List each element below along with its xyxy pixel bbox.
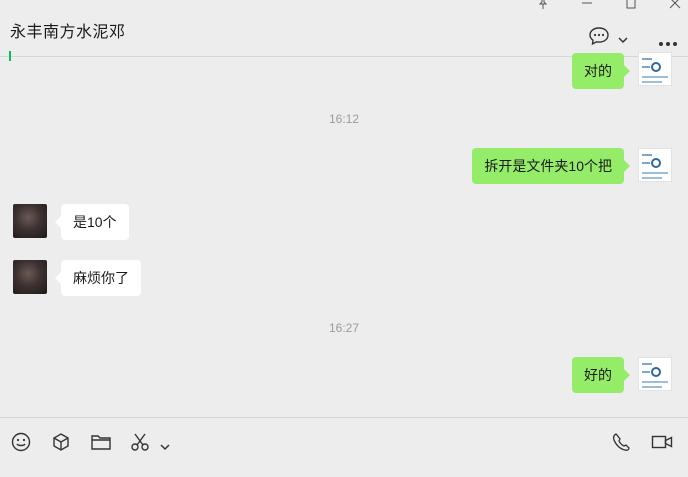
phone-icon[interactable] xyxy=(611,432,631,457)
avatar[interactable] xyxy=(638,357,672,391)
chat-title: 永丰南方水泥邓 xyxy=(10,24,126,41)
timestamp: 16:12 xyxy=(328,112,360,126)
message-bubble-self[interactable]: 对的 xyxy=(572,53,630,89)
input-toolbar xyxy=(0,417,688,477)
text-cursor xyxy=(9,51,11,61)
chat-bubble-icon[interactable] xyxy=(588,26,610,51)
avatar[interactable] xyxy=(13,204,47,238)
folder-icon[interactable] xyxy=(90,432,112,457)
message-bubble-other[interactable]: 麻烦你了 xyxy=(55,260,141,296)
video-icon[interactable] xyxy=(651,432,673,457)
emoji-icon[interactable] xyxy=(11,432,31,457)
avatar[interactable] xyxy=(638,148,672,182)
scissors-icon[interactable] xyxy=(130,432,152,457)
more-icon[interactable] xyxy=(658,34,678,52)
avatar[interactable] xyxy=(13,260,47,294)
chevron-down-icon[interactable] xyxy=(618,31,628,49)
message-bubble-self[interactable]: 好的 xyxy=(572,357,630,393)
avatar[interactable] xyxy=(638,52,672,86)
cube-icon[interactable] xyxy=(51,432,71,457)
message-list[interactable]: 对的 16:12 拆开是文件夹10个把 是10个 麻烦你了 16:27 好的 xyxy=(0,52,688,417)
message-bubble-self[interactable]: 拆开是文件夹10个把 xyxy=(472,148,630,184)
chevron-down-icon[interactable] xyxy=(160,438,170,456)
header-actions xyxy=(588,26,678,46)
message-bubble-other[interactable]: 是10个 xyxy=(55,204,129,240)
chat-header: 永丰南方水泥邓 xyxy=(0,0,688,57)
timestamp: 16:27 xyxy=(328,321,360,335)
